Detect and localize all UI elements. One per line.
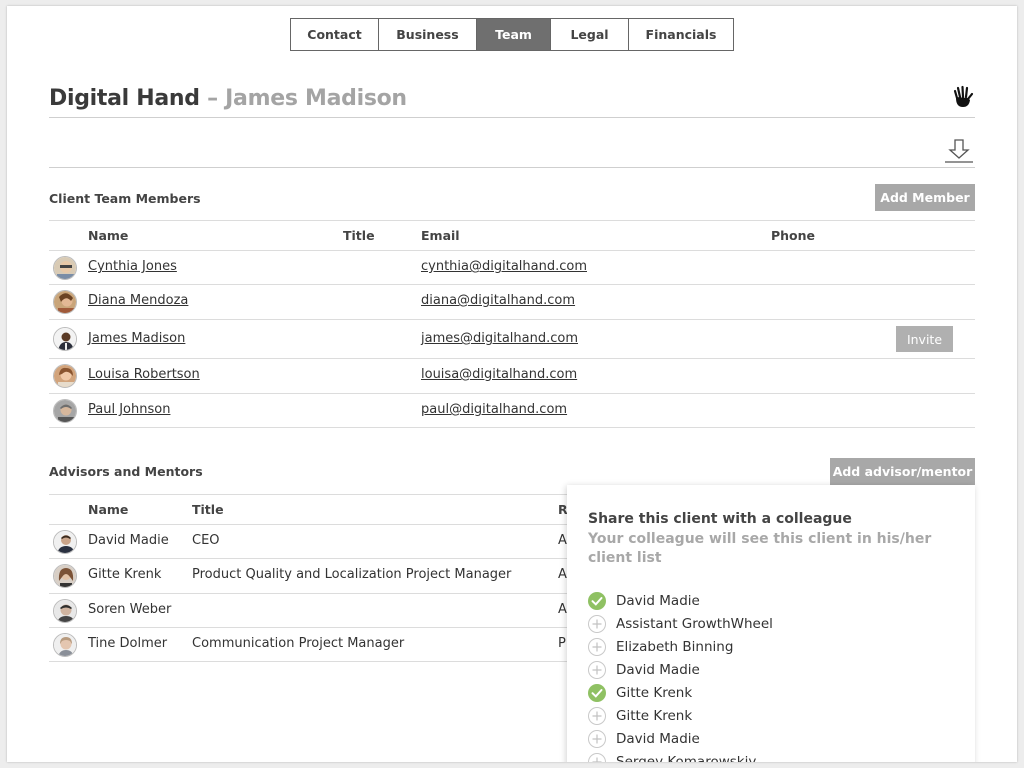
col-email: Email xyxy=(421,228,460,243)
advisor-title: CEO xyxy=(192,533,220,548)
colleague-item[interactable]: David Madie xyxy=(588,729,700,749)
plus-icon xyxy=(588,661,606,679)
title-separator: – xyxy=(199,86,226,111)
share-subtitle: Your colleague will see this client in h… xyxy=(588,531,932,566)
colleague-item[interactable]: Elizabeth Binning xyxy=(588,637,733,657)
advisor-name: Soren Weber xyxy=(88,602,172,617)
avatar xyxy=(53,290,77,314)
colleague-name: Gitte Krenk xyxy=(616,685,693,701)
client-team-title: Client Team Members xyxy=(49,191,201,206)
colleague-name: David Madie xyxy=(616,593,700,609)
advisor-role: A xyxy=(558,602,567,617)
table-bottom-border xyxy=(49,427,975,428)
checkmark-icon xyxy=(588,592,606,610)
plus-icon xyxy=(588,615,606,633)
avatar xyxy=(53,256,77,280)
member-name-link[interactable]: Louisa Robertson xyxy=(88,367,200,382)
hand-icon xyxy=(953,85,974,107)
colleague-name: Sergey Komarowskiy xyxy=(616,754,757,762)
member-name-link[interactable]: Diana Mendoza xyxy=(88,293,188,308)
plus-icon xyxy=(588,707,606,725)
table-row: Diana Mendoza diana@digitalhand.com xyxy=(49,284,975,319)
advisor-title: Product Quality and Localization Project… xyxy=(192,567,512,582)
colleague-item[interactable]: Gitte Krenk xyxy=(588,683,692,703)
colleague-item[interactable]: Sergey Komarowskiy xyxy=(588,752,756,762)
table-row: Paul Johnson paul@digitalhand.com xyxy=(49,393,975,427)
member-name-link[interactable]: James Madison xyxy=(88,331,185,346)
tab-team[interactable]: Team xyxy=(477,19,551,50)
avatar xyxy=(53,633,77,657)
advisor-name: David Madie xyxy=(88,533,169,548)
plus-icon xyxy=(588,730,606,748)
avatar xyxy=(53,364,77,388)
table-header: Name Title Email Phone xyxy=(49,220,975,250)
col-phone: Phone xyxy=(771,228,816,243)
advisor-title: Communication Project Manager xyxy=(192,636,405,651)
colleague-item[interactable]: David Madie xyxy=(588,591,700,611)
col-name: Name xyxy=(88,228,129,243)
add-advisor-button[interactable]: Add advisor/mentor xyxy=(830,458,975,485)
member-email-link[interactable]: paul@digitalhand.com xyxy=(421,402,567,417)
plus-icon xyxy=(588,638,606,656)
avatar xyxy=(53,530,77,554)
member-email-link[interactable]: james@digitalhand.com xyxy=(421,331,578,346)
colleague-name: Gitte Krenk xyxy=(616,708,693,724)
table-row: Cynthia Jones cynthia@digitalhand.com xyxy=(49,250,975,284)
colleague-item[interactable]: Gitte Krenk xyxy=(588,706,692,726)
colleague-name: Elizabeth Binning xyxy=(616,639,734,655)
tab-contact[interactable]: Contact xyxy=(291,19,379,50)
share-colleague-popover: Share this client with a colleague Your … xyxy=(567,485,975,762)
advisors-title: Advisors and Mentors xyxy=(49,464,203,479)
advisor-role: A xyxy=(558,567,567,582)
avatar xyxy=(53,564,77,588)
tab-bar: Contact Business Team Legal Financials xyxy=(290,18,734,51)
advisor-name: Tine Dolmer xyxy=(88,636,168,651)
plus-icon xyxy=(588,753,606,762)
toolbar-row xyxy=(49,118,975,168)
avatar xyxy=(53,599,77,623)
colleague-name: Assistant GrowthWheel xyxy=(616,616,773,632)
member-email-link[interactable]: louisa@digitalhand.com xyxy=(421,367,577,382)
avatar xyxy=(53,399,77,423)
client-team-table: Name Title Email Phone Cynthia Jones cyn… xyxy=(49,220,975,428)
company-name: Digital Hand xyxy=(49,86,200,111)
tab-financials[interactable]: Financials xyxy=(629,19,733,50)
advisor-name: Gitte Krenk xyxy=(88,567,162,582)
colleague-name: David Madie xyxy=(616,662,700,678)
col-title: Title xyxy=(192,502,224,517)
checkmark-icon xyxy=(588,684,606,702)
download-icon[interactable] xyxy=(945,138,973,164)
page: Contact Business Team Legal Financials D… xyxy=(7,6,1017,762)
tab-business[interactable]: Business xyxy=(379,19,477,50)
col-title: Title xyxy=(343,228,375,243)
table-row: James Madison james@digitalhand.com Invi… xyxy=(49,319,975,358)
member-name-link[interactable]: Paul Johnson xyxy=(88,402,170,417)
client-person-name: James Madison xyxy=(225,86,407,111)
member-email-link[interactable]: cynthia@digitalhand.com xyxy=(421,259,587,274)
invite-button[interactable]: Invite xyxy=(896,326,953,352)
member-name-link[interactable]: Cynthia Jones xyxy=(88,259,177,274)
share-title: Share this client with a colleague xyxy=(588,511,852,527)
col-name: Name xyxy=(88,502,129,517)
avatar xyxy=(53,327,77,351)
colleague-name: David Madie xyxy=(616,731,700,747)
member-email-link[interactable]: diana@digitalhand.com xyxy=(421,293,575,308)
page-title: Digital Hand – James Madison xyxy=(49,86,407,111)
tab-legal[interactable]: Legal xyxy=(551,19,629,50)
advisor-role: A xyxy=(558,533,567,548)
table-row: Louisa Robertson louisa@digitalhand.com xyxy=(49,358,975,393)
page-header: Digital Hand – James Madison xyxy=(49,80,975,118)
add-member-button[interactable]: Add Member xyxy=(875,184,975,211)
advisor-role: P xyxy=(558,636,566,651)
colleague-item[interactable]: Assistant GrowthWheel xyxy=(588,614,773,634)
colleague-item[interactable]: David Madie xyxy=(588,660,700,680)
